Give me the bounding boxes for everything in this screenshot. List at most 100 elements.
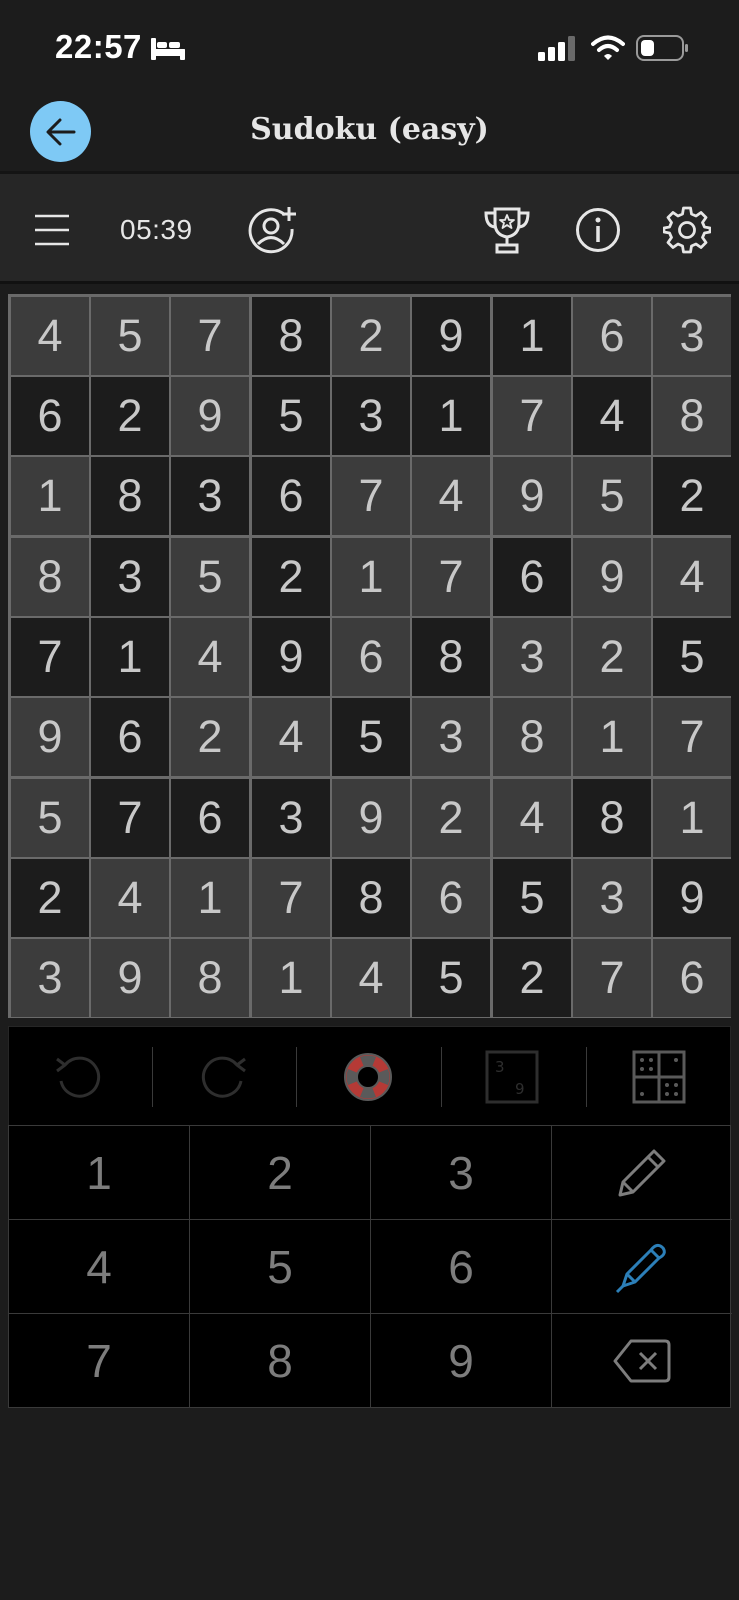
sudoku-cell-r2c4[interactable]: 5 <box>252 377 330 455</box>
sudoku-cell-r7c3[interactable]: 6 <box>171 779 249 857</box>
key-9[interactable]: 9 <box>371 1314 552 1408</box>
sudoku-cell-r3c1[interactable]: 1 <box>11 457 89 535</box>
sudoku-cell-r9c7[interactable]: 2 <box>493 939 571 1017</box>
sudoku-cell-r1c2[interactable]: 5 <box>91 297 169 375</box>
sudoku-cell-r5c6[interactable]: 8 <box>412 618 490 696</box>
pen-mode-button[interactable] <box>552 1220 732 1314</box>
sudoku-cell-r5c9[interactable]: 5 <box>653 618 731 696</box>
sudoku-cell-r5c4[interactable]: 9 <box>252 618 330 696</box>
sudoku-cell-r9c5[interactable]: 4 <box>332 939 410 1017</box>
sudoku-cell-r9c9[interactable]: 6 <box>653 939 731 1017</box>
key-1[interactable]: 1 <box>9 1126 190 1220</box>
sudoku-cell-r8c2[interactable]: 4 <box>91 859 169 937</box>
sudoku-cell-r9c3[interactable]: 8 <box>171 939 249 1017</box>
sudoku-cell-r3c3[interactable]: 3 <box>171 457 249 535</box>
key-7[interactable]: 7 <box>9 1314 190 1408</box>
sudoku-cell-r7c8[interactable]: 8 <box>573 779 651 857</box>
sudoku-cell-r5c7[interactable]: 3 <box>493 618 571 696</box>
sudoku-cell-r6c5[interactable]: 5 <box>332 698 410 776</box>
undo-button[interactable] <box>47 1045 111 1109</box>
sudoku-cell-r4c3[interactable]: 5 <box>171 538 249 616</box>
sudoku-cell-r8c7[interactable]: 5 <box>493 859 571 937</box>
sudoku-cell-r3c5[interactable]: 7 <box>332 457 410 535</box>
sudoku-cell-r2c9[interactable]: 8 <box>653 377 731 455</box>
sudoku-cell-r7c6[interactable]: 2 <box>412 779 490 857</box>
sudoku-cell-r1c4[interactable]: 8 <box>252 297 330 375</box>
grid-toggle-button[interactable] <box>627 1045 691 1109</box>
sudoku-cell-r5c3[interactable]: 4 <box>171 618 249 696</box>
key-4[interactable]: 4 <box>9 1220 190 1314</box>
sudoku-cell-r5c5[interactable]: 6 <box>332 618 410 696</box>
sudoku-cell-r2c8[interactable]: 4 <box>573 377 651 455</box>
sudoku-cell-r4c5[interactable]: 1 <box>332 538 410 616</box>
sudoku-cell-r1c8[interactable]: 6 <box>573 297 651 375</box>
sudoku-cell-r7c7[interactable]: 4 <box>493 779 571 857</box>
sudoku-cell-r3c4[interactable]: 6 <box>252 457 330 535</box>
sudoku-cell-r2c7[interactable]: 7 <box>493 377 571 455</box>
key-3[interactable]: 3 <box>371 1126 552 1220</box>
settings-button[interactable] <box>662 202 712 258</box>
sudoku-cell-r6c9[interactable]: 7 <box>653 698 731 776</box>
add-player-button[interactable] <box>246 202 298 258</box>
sudoku-cell-r8c5[interactable]: 8 <box>332 859 410 937</box>
sudoku-cell-r8c6[interactable]: 6 <box>412 859 490 937</box>
sudoku-cell-r1c3[interactable]: 7 <box>171 297 249 375</box>
sudoku-cell-r2c1[interactable]: 6 <box>11 377 89 455</box>
leaderboard-button[interactable] <box>482 202 532 258</box>
sudoku-cell-r9c2[interactable]: 9 <box>91 939 169 1017</box>
sudoku-cell-r1c5[interactable]: 2 <box>332 297 410 375</box>
sudoku-cell-r3c6[interactable]: 4 <box>412 457 490 535</box>
sudoku-cell-r2c2[interactable]: 2 <box>91 377 169 455</box>
key-5[interactable]: 5 <box>190 1220 371 1314</box>
sudoku-cell-r4c7[interactable]: 6 <box>493 538 571 616</box>
sudoku-cell-r4c1[interactable]: 8 <box>11 538 89 616</box>
sudoku-cell-r3c2[interactable]: 8 <box>91 457 169 535</box>
sudoku-cell-r9c6[interactable]: 5 <box>412 939 490 1017</box>
sudoku-cell-r2c5[interactable]: 3 <box>332 377 410 455</box>
sudoku-cell-r6c1[interactable]: 9 <box>11 698 89 776</box>
key-6[interactable]: 6 <box>371 1220 552 1314</box>
sudoku-cell-r5c1[interactable]: 7 <box>11 618 89 696</box>
sudoku-cell-r7c4[interactable]: 3 <box>252 779 330 857</box>
hint-button[interactable] <box>336 1045 400 1109</box>
sudoku-cell-r7c5[interactable]: 9 <box>332 779 410 857</box>
sudoku-cell-r3c9[interactable]: 2 <box>653 457 731 535</box>
sudoku-cell-r6c4[interactable]: 4 <box>252 698 330 776</box>
sudoku-cell-r6c2[interactable]: 6 <box>91 698 169 776</box>
sudoku-cell-r8c8[interactable]: 3 <box>573 859 651 937</box>
sudoku-cell-r9c8[interactable]: 7 <box>573 939 651 1017</box>
sudoku-cell-r5c8[interactable]: 2 <box>573 618 651 696</box>
sudoku-cell-r9c4[interactable]: 1 <box>252 939 330 1017</box>
sudoku-cell-r2c6[interactable]: 1 <box>412 377 490 455</box>
sudoku-cell-r3c7[interactable]: 9 <box>493 457 571 535</box>
menu-button[interactable] <box>30 202 74 258</box>
sudoku-cell-r6c7[interactable]: 8 <box>493 698 571 776</box>
info-button[interactable] <box>574 202 622 258</box>
sudoku-cell-r8c1[interactable]: 2 <box>11 859 89 937</box>
sudoku-cell-r6c3[interactable]: 2 <box>171 698 249 776</box>
notes-button[interactable]: 3 9 <box>480 1045 544 1109</box>
sudoku-cell-r1c6[interactable]: 9 <box>412 297 490 375</box>
sudoku-cell-r1c7[interactable]: 1 <box>493 297 571 375</box>
sudoku-cell-r8c3[interactable]: 1 <box>171 859 249 937</box>
sudoku-cell-r4c6[interactable]: 7 <box>412 538 490 616</box>
pencil-mode-button[interactable] <box>552 1126 732 1220</box>
sudoku-cell-r6c8[interactable]: 1 <box>573 698 651 776</box>
sudoku-cell-r8c4[interactable]: 7 <box>252 859 330 937</box>
sudoku-cell-r1c1[interactable]: 4 <box>11 297 89 375</box>
sudoku-cell-r7c1[interactable]: 5 <box>11 779 89 857</box>
sudoku-cell-r3c8[interactable]: 5 <box>573 457 651 535</box>
sudoku-cell-r4c9[interactable]: 4 <box>653 538 731 616</box>
sudoku-cell-r9c1[interactable]: 3 <box>11 939 89 1017</box>
erase-button[interactable] <box>552 1314 732 1408</box>
sudoku-cell-r7c9[interactable]: 1 <box>653 779 731 857</box>
sudoku-cell-r4c4[interactable]: 2 <box>252 538 330 616</box>
sudoku-cell-r8c9[interactable]: 9 <box>653 859 731 937</box>
sudoku-cell-r4c2[interactable]: 3 <box>91 538 169 616</box>
key-2[interactable]: 2 <box>190 1126 371 1220</box>
redo-button[interactable] <box>191 1045 255 1109</box>
sudoku-cell-r4c8[interactable]: 9 <box>573 538 651 616</box>
sudoku-cell-r7c2[interactable]: 7 <box>91 779 169 857</box>
key-8[interactable]: 8 <box>190 1314 371 1408</box>
sudoku-cell-r5c2[interactable]: 1 <box>91 618 169 696</box>
